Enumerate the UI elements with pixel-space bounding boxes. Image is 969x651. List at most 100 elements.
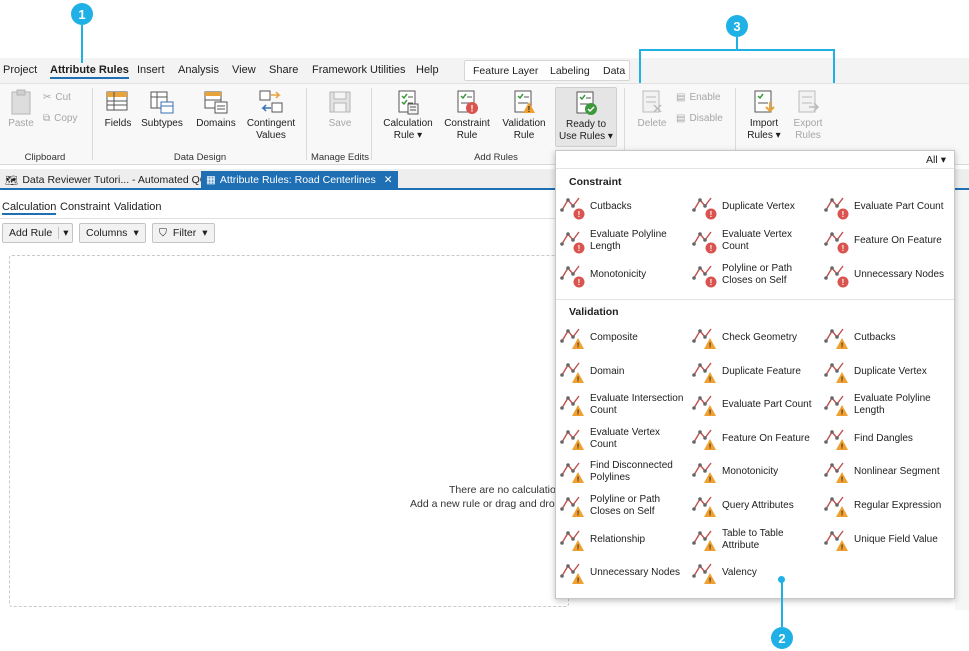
rule-validation-query-attributes[interactable]: ! Query Attributes	[691, 493, 819, 519]
group-separator	[371, 88, 372, 160]
contingent-values-button[interactable]: Contingent Values	[244, 89, 298, 142]
tab-project[interactable]: Project	[3, 64, 37, 76]
rule-label: Evaluate Part Count	[722, 399, 812, 411]
filter-dropdown[interactable]: ⛉ Filter ▾	[152, 223, 215, 243]
tab-attribute-rules[interactable]: Attribute Rules	[50, 64, 129, 79]
tab-insert[interactable]: Insert	[137, 64, 165, 76]
callout-2: 2	[771, 627, 793, 649]
chevron-down-icon: ▾	[940, 154, 946, 166]
rule-label: Evaluate Vertex Count	[590, 426, 661, 450]
tab-share[interactable]: Share	[269, 64, 298, 76]
disable-button[interactable]: ▤ Disable	[676, 113, 723, 124]
domains-icon	[204, 91, 228, 114]
table-to-table-attribute-rule-icon: !	[691, 527, 717, 553]
subtab-constraint[interactable]: Constraint	[60, 201, 110, 213]
export-rules-button[interactable]: Export Rules	[790, 89, 826, 142]
rule-validation-duplicate-feature[interactable]: ! Duplicate Feature	[691, 359, 819, 385]
rule-validation-domain[interactable]: ! Domain	[559, 359, 687, 385]
svg-text:!: !	[710, 210, 713, 219]
rule-constraint-evaluate-polyline-length[interactable]: ! Evaluate Polyline Length	[559, 228, 687, 254]
rule-validation-unnecessary-nodes[interactable]: ! Unnecessary Nodes	[559, 560, 687, 586]
rule-validation-valency[interactable]: ! Valency	[691, 560, 819, 586]
rule-validation-find-dangles[interactable]: ! Find Dangles	[823, 426, 951, 452]
rules-drop-area[interactable]	[9, 255, 569, 607]
rule-validation-evaluate-polyline-length[interactable]: ! Evaluate Polyline Length	[823, 392, 951, 418]
context-tab-group: Feature Layer Labeling Data	[464, 60, 630, 81]
gallery-filter-dropdown[interactable]: All ▾	[926, 154, 946, 166]
rule-constraint-feature-on-feature[interactable]: ! Feature On Feature	[823, 228, 951, 254]
polyline-or-path-closes-on-self-rule-icon: !	[559, 493, 585, 519]
rule-validation-composite[interactable]: ! Composite	[559, 325, 687, 351]
doc-tab-attribute-rules[interactable]: ▦ Attribute Rules: Road Centerlines ✕	[201, 171, 398, 189]
rule-validation-evaluate-intersection-count[interactable]: ! Evaluate Intersection Count	[559, 392, 687, 418]
rule-constraint-cutbacks[interactable]: ! Cutbacks	[559, 194, 687, 220]
chevron-down-icon: ▾	[202, 227, 208, 239]
evaluate-part-count-rule-icon: !	[691, 392, 717, 418]
svg-text:!: !	[709, 410, 711, 417]
import-rules-icon	[754, 90, 775, 113]
cut-button[interactable]: ✂ Cut	[43, 92, 71, 103]
tab-labeling[interactable]: Labeling	[550, 65, 590, 77]
rule-validation-regular-expression[interactable]: ! Regular Expression	[823, 493, 951, 519]
save-button[interactable]: Save	[322, 89, 358, 130]
import-rules-button[interactable]: Import Rules ▾	[743, 89, 785, 142]
rule-validation-find-disconnected-polylines[interactable]: ! Find Disconnected Polylines	[559, 459, 687, 485]
tab-analysis[interactable]: Analysis	[178, 64, 219, 76]
svg-text:!: !	[842, 278, 845, 287]
paste-button[interactable]: Paste	[5, 89, 37, 130]
calculation-rule-button[interactable]: Calculation Rule ▾	[380, 89, 436, 142]
save-icon	[329, 91, 351, 113]
tab-data[interactable]: Data	[603, 65, 625, 77]
tab-framework-utilities[interactable]: Framework Utilities	[312, 64, 406, 76]
rule-constraint-monotonicity[interactable]: ! Monotonicity	[559, 262, 687, 288]
add-rule-button[interactable]: Add Rule ▾	[2, 223, 74, 243]
rule-constraint-evaluate-part-count[interactable]: ! Evaluate Part Count	[823, 194, 951, 220]
rule-constraint-unnecessary-nodes[interactable]: ! Unnecessary Nodes	[823, 262, 951, 288]
delete-button[interactable]: Delete	[634, 89, 670, 130]
tab-view[interactable]: View	[232, 64, 256, 76]
rule-validation-duplicate-vertex[interactable]: ! Duplicate Vertex	[823, 359, 951, 385]
cutbacks-rule-icon: !	[823, 325, 849, 351]
feature-on-feature-rule-icon: !	[823, 228, 849, 254]
enable-button[interactable]: ▤ Enable	[676, 92, 721, 103]
rule-validation-monotonicity[interactable]: ! Monotonicity	[691, 459, 819, 485]
svg-text:!: !	[841, 343, 843, 350]
enable-icon: ▤	[676, 92, 686, 103]
rule-constraint-duplicate-vertex[interactable]: ! Duplicate Vertex	[691, 194, 819, 220]
close-icon[interactable]: ✕	[384, 174, 393, 186]
copy-button[interactable]: ⧉ Copy	[43, 113, 78, 124]
clipboard-group-label: Clipboard	[24, 152, 66, 163]
rule-validation-nonlinear-segment[interactable]: ! Nonlinear Segment	[823, 459, 951, 485]
chevron-down-icon[interactable]: ▾	[58, 227, 72, 239]
subtab-validation[interactable]: Validation	[114, 201, 162, 213]
rule-validation-unique-field-value[interactable]: ! Unique Field Value	[823, 527, 951, 553]
svg-text:!: !	[841, 443, 843, 450]
rule-validation-polyline-or-path-closes-on-self[interactable]: ! Polyline or Path Closes on Self	[559, 493, 687, 519]
rule-validation-cutbacks[interactable]: ! Cutbacks	[823, 325, 951, 351]
subtypes-label: Subtypes	[141, 118, 183, 129]
duplicate-feature-rule-icon: !	[691, 359, 717, 385]
tab-feature-layer[interactable]: Feature Layer	[473, 65, 538, 77]
paste-label: Paste	[8, 118, 34, 129]
fields-button[interactable]: Fields	[100, 89, 136, 130]
rule-validation-check-geometry[interactable]: ! Check Geometry	[691, 325, 819, 351]
subtypes-button[interactable]: Subtypes	[140, 89, 184, 130]
validation-rule-button[interactable]: ! Validation Rule	[498, 89, 550, 142]
rule-validation-table-to-table-attribute[interactable]: ! Table to Table Attribute	[691, 527, 819, 553]
ready-to-use-rules-button[interactable]: Ready to Use Rules ▾	[555, 87, 617, 147]
doc-tab-automated-qc[interactable]: 🗺 Data Reviewer Tutori... - Automated QC	[0, 171, 212, 189]
rule-constraint-polyline-or-path-closes-on-self[interactable]: ! Polyline or Path Closes on Self	[691, 262, 819, 288]
rule-validation-evaluate-vertex-count[interactable]: ! Evaluate Vertex Count	[559, 426, 687, 452]
tab-help[interactable]: Help	[416, 64, 439, 76]
constraint-rule-button[interactable]: ! Constraint Rule	[441, 89, 493, 142]
columns-dropdown[interactable]: Columns ▾	[79, 223, 146, 243]
rule-constraint-evaluate-vertex-count[interactable]: ! Evaluate Vertex Count	[691, 228, 819, 254]
rule-validation-relationship[interactable]: ! Relationship	[559, 527, 687, 553]
rule-validation-feature-on-feature[interactable]: ! Feature On Feature	[691, 426, 819, 452]
callout-2-line	[781, 579, 783, 627]
subtab-calculation[interactable]: Calculation	[2, 201, 57, 215]
svg-text:!: !	[710, 278, 713, 287]
domains-button[interactable]: Domains	[194, 89, 238, 130]
rule-label: Evaluate Vertex Count	[722, 229, 793, 252]
rule-validation-evaluate-part-count[interactable]: ! Evaluate Part Count	[691, 392, 819, 418]
